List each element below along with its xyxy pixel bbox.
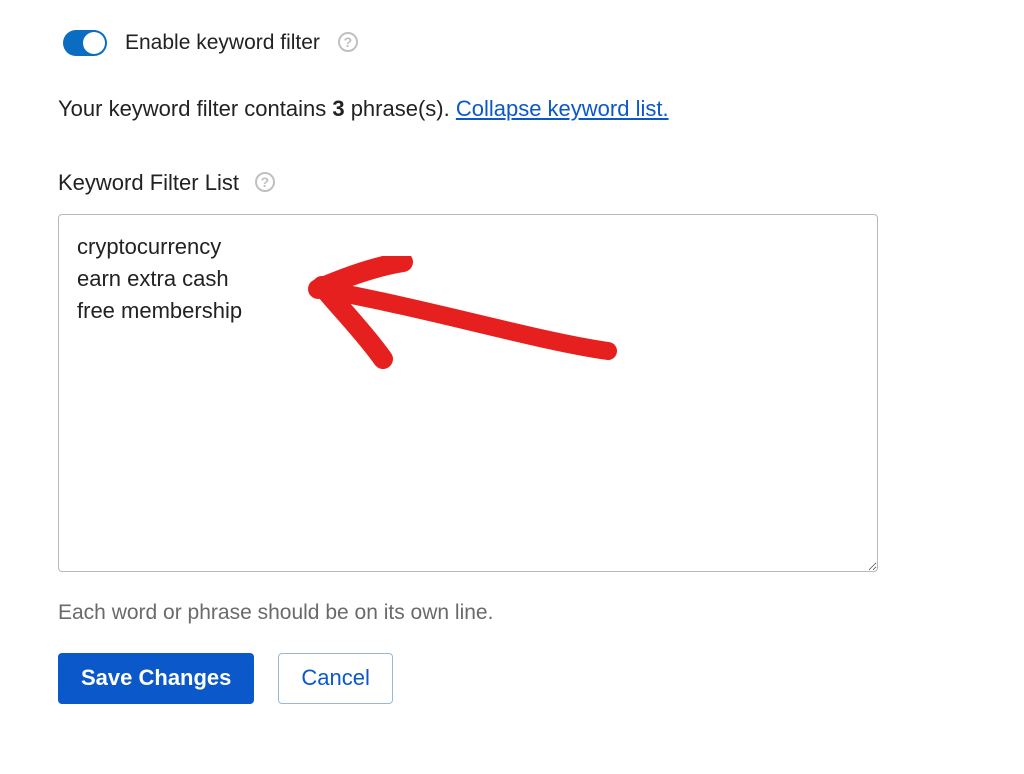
keyword-textarea-wrap — [58, 214, 966, 577]
help-icon[interactable]: ? — [338, 32, 358, 52]
keyword-list-label-row: Keyword Filter List ? — [58, 170, 966, 196]
enable-filter-row: Enable keyword filter ? — [58, 30, 966, 56]
enable-filter-label: Enable keyword filter — [125, 31, 320, 55]
summary-prefix: Your keyword filter contains — [58, 96, 332, 121]
keyword-filter-textarea[interactable] — [58, 214, 878, 572]
save-changes-button[interactable]: Save Changes — [58, 653, 254, 704]
filter-summary: Your keyword filter contains 3 phrase(s)… — [58, 96, 966, 122]
help-icon[interactable]: ? — [255, 172, 275, 192]
enable-filter-toggle[interactable] — [63, 30, 107, 56]
toggle-knob — [83, 32, 105, 54]
summary-count: 3 — [332, 96, 344, 121]
keyword-hint-text: Each word or phrase should be on its own… — [58, 601, 966, 625]
keyword-list-label: Keyword Filter List — [58, 170, 239, 196]
button-row: Save Changes Cancel — [58, 653, 966, 704]
collapse-keyword-list-link[interactable]: Collapse keyword list. — [456, 96, 669, 121]
cancel-button[interactable]: Cancel — [278, 653, 392, 704]
summary-suffix: phrase(s). — [345, 96, 456, 121]
